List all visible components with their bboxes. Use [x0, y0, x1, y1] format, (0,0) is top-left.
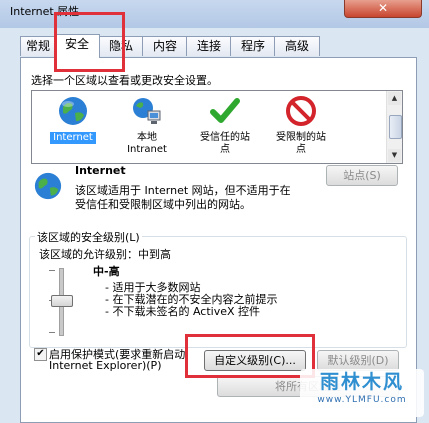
level-bullet-3: - 不下载未签名的 ActiveX 控件 — [105, 305, 261, 318]
green-check-icon — [210, 98, 240, 123]
zone-local-intranet[interactable]: 本地 Intranet — [112, 95, 182, 156]
default-level-button[interactable]: 默认级别(D) — [317, 350, 399, 371]
zone-list-scrollbar[interactable]: ▲ ▼ — [386, 91, 402, 163]
zone-internet[interactable]: Internet — [38, 95, 108, 144]
scroll-down-icon[interactable]: ▼ — [388, 149, 401, 162]
zone-internet-label: Internet — [50, 132, 96, 144]
zone-restricted-sites[interactable]: 受限制的站 点 — [266, 95, 336, 156]
zone-detail-desc-2: 受信任和受限制区域中列出的网站。 — [75, 198, 251, 211]
zone-local-label2: Intranet — [127, 144, 167, 155]
checkmark-icon: ✔ — [36, 348, 45, 359]
tab-connections[interactable]: 连接 — [186, 36, 232, 56]
custom-level-highlight — [185, 334, 315, 378]
security-tab-highlight — [54, 12, 125, 72]
watermark: 雨林木风 www.YLMFU.com — [300, 369, 424, 417]
security-slider-thumb[interactable] — [51, 295, 73, 307]
zone-detail-title: Internet — [75, 164, 126, 177]
watermark-logo: 雨林木风 — [319, 371, 404, 393]
zone-restricted-label2: 点 — [296, 144, 306, 155]
tab-content[interactable]: 内容 — [142, 36, 188, 56]
security-level-title: 该区域的安全级别(L) — [35, 229, 142, 245]
zone-trusted-label: 受信任的站 — [200, 132, 250, 143]
allowed-levels-text: 该区域的允许级别：中到高 — [39, 248, 171, 261]
current-level: 中-高 — [93, 265, 120, 278]
close-icon: ✕ — [377, 1, 389, 15]
slider-tick — [49, 332, 55, 333]
tab-programs[interactable]: 程序 — [230, 36, 276, 56]
globe-icon — [59, 97, 87, 125]
watermark-url: www.YLMFU.com — [317, 395, 407, 405]
sites-button[interactable]: 站点(S) — [326, 165, 398, 186]
local-intranet-icon — [133, 98, 161, 124]
zone-local-label: 本地 — [137, 132, 157, 143]
zone-trusted-sites[interactable]: 受信任的站 点 — [190, 95, 260, 156]
close-button[interactable]: ✕ — [344, 0, 422, 18]
zone-restricted-label: 受限制的站 — [276, 132, 326, 143]
protected-mode-checkbox[interactable]: ✔ — [34, 348, 47, 361]
selected-zone-globe-icon — [34, 172, 62, 200]
scroll-up-icon[interactable]: ▲ — [388, 92, 401, 105]
scroll-thumb[interactable] — [389, 115, 402, 139]
tab-general[interactable]: 常规 — [20, 36, 56, 56]
zone-instruction: 选择一个区域以查看或更改安全设置。 — [31, 74, 218, 87]
protected-mode-label-2: Internet Explorer)(P) — [49, 359, 162, 372]
tab-advanced[interactable]: 高级 — [274, 36, 320, 56]
zone-trusted-label2: 点 — [220, 144, 230, 155]
slider-tick — [49, 270, 55, 271]
red-restricted-icon — [286, 96, 316, 126]
zone-list[interactable]: Internet 本地 Intranet 受信任的站 点 受限制的站 点 ▲ ▼ — [31, 90, 403, 164]
